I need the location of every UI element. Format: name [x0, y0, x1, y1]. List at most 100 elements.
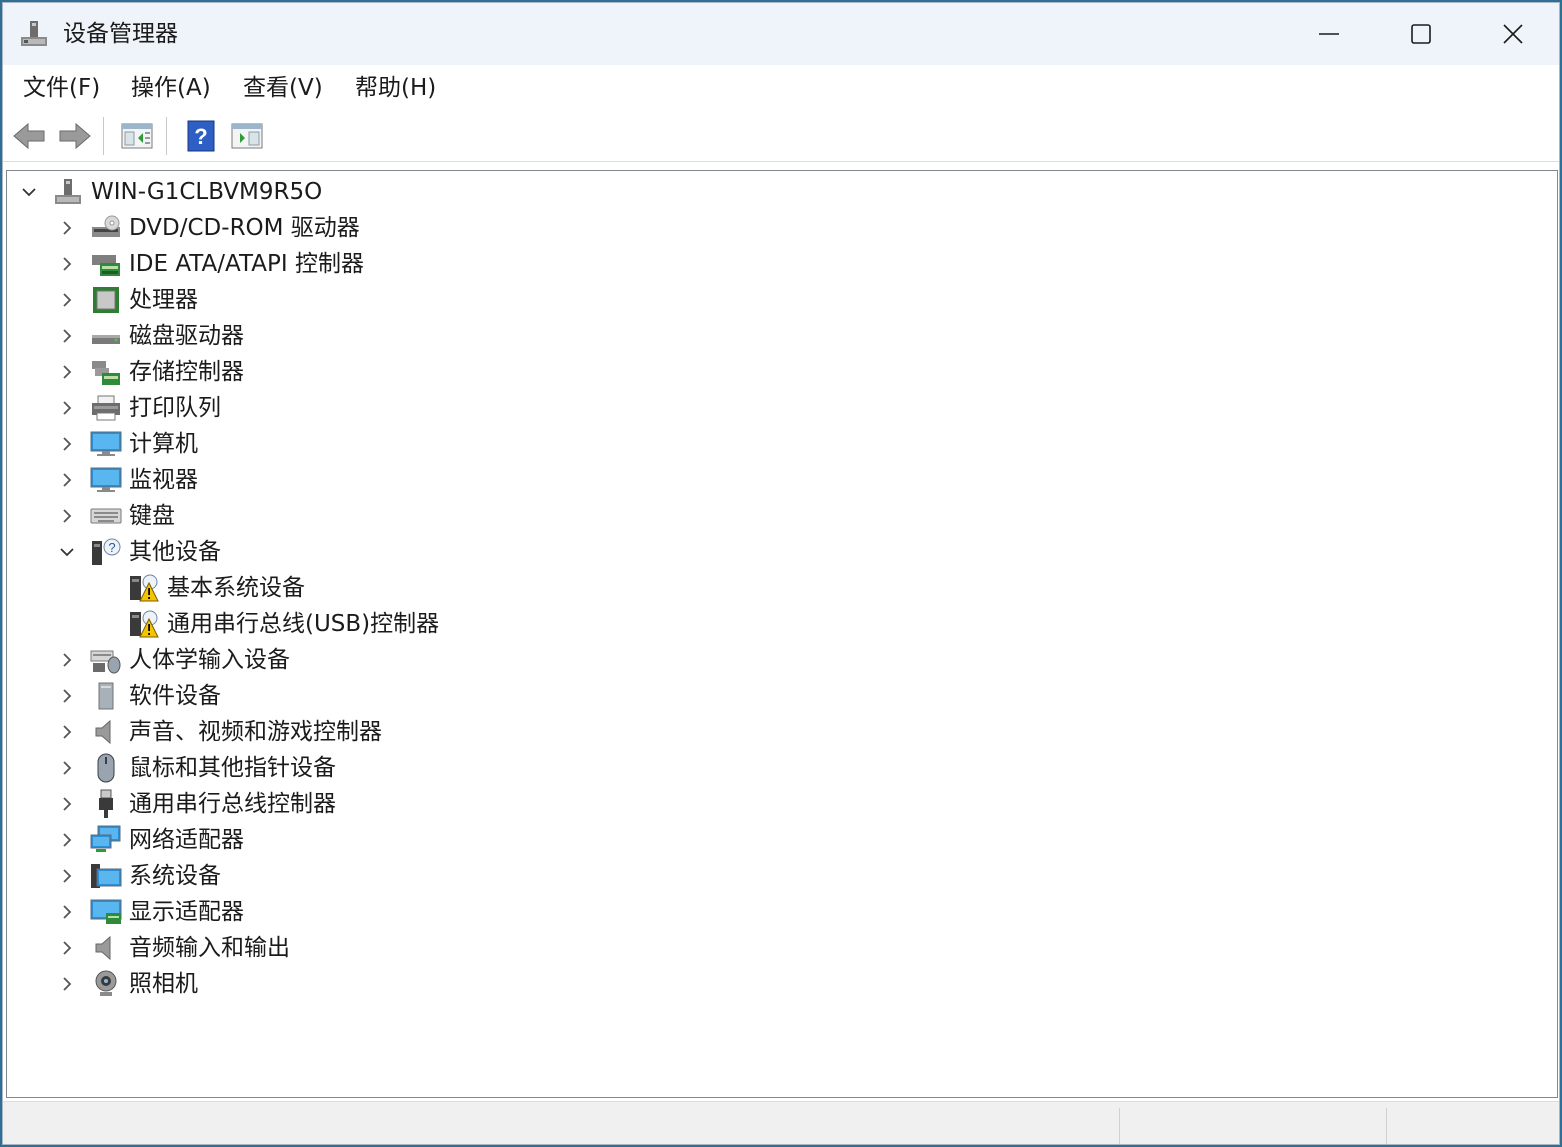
dvd-drive-icon [89, 211, 123, 245]
hid-icon [89, 643, 123, 677]
status-bar [3, 1101, 1559, 1144]
tree-item-label: 软件设备 [129, 683, 221, 709]
warning-device-icon [127, 607, 161, 641]
tree-item-print-queue[interactable]: 打印队列 [57, 390, 221, 426]
window-title: 设备管理器 [63, 21, 178, 47]
menu-view[interactable]: 查看(V) [243, 73, 323, 103]
tree-item-label: 通用串行总线控制器 [129, 791, 336, 817]
other-devices-icon: ? [89, 535, 123, 569]
tree-item-label: 打印队列 [129, 395, 221, 421]
show-hide-action-pane-button[interactable] [229, 119, 265, 153]
camera-icon [89, 967, 123, 1001]
tree-item-label: 网络适配器 [129, 827, 244, 853]
chevron-down-icon[interactable] [19, 182, 39, 202]
menu-action[interactable]: 操作(A) [131, 73, 211, 103]
tree-item-label: 人体学输入设备 [129, 647, 290, 673]
tree-child-basic-system-device[interactable]: 基本系统设备 [95, 570, 305, 606]
close-button[interactable] [1467, 3, 1559, 65]
tree-item-audio-io[interactable]: 音频输入和输出 [57, 930, 290, 966]
show-hide-action-pane-icon [231, 123, 263, 149]
tree-root-label: WIN-G1CLBVM9R5O [91, 179, 323, 205]
show-hide-console-tree-button[interactable] [119, 119, 155, 153]
chevron-right-icon[interactable] [57, 290, 77, 310]
chevron-right-icon[interactable] [57, 902, 77, 922]
tree-item-usb-controllers[interactable]: 通用串行总线控制器 [57, 786, 336, 822]
tree-item-label: 声音、视频和游戏控制器 [129, 719, 382, 745]
device-tree-panel[interactable]: WIN-G1CLBVM9R5O DVD/CD-ROM 驱动器 IDE ATA/A… [6, 170, 1558, 1098]
chevron-right-icon[interactable] [57, 686, 77, 706]
tree-item-label: 通用串行总线(USB)控制器 [167, 611, 440, 637]
tree-item-processor[interactable]: 处理器 [57, 282, 198, 318]
storage-controller-icon [89, 355, 123, 389]
printer-icon [89, 391, 123, 425]
chevron-right-icon[interactable] [57, 830, 77, 850]
tree-item-monitor[interactable]: 监视器 [57, 462, 198, 498]
processor-icon [89, 283, 123, 317]
chevron-right-icon[interactable] [57, 758, 77, 778]
chevron-right-icon[interactable] [57, 650, 77, 670]
tree-item-sound-video-game[interactable]: 声音、视频和游戏控制器 [57, 714, 382, 750]
chevron-right-icon[interactable] [57, 326, 77, 346]
toolbar: ? [3, 111, 1559, 162]
tree-item-software-device[interactable]: 软件设备 [57, 678, 221, 714]
computer-icon [89, 427, 123, 461]
usb-icon [89, 787, 123, 821]
menu-help[interactable]: 帮助(H) [355, 73, 436, 103]
tree-item-disk-drive[interactable]: 磁盘驱动器 [57, 318, 244, 354]
chevron-right-icon[interactable] [57, 506, 77, 526]
forward-arrow-icon [59, 122, 91, 150]
status-bar-separator [1386, 1108, 1387, 1144]
menu-file[interactable]: 文件(F) [23, 73, 100, 103]
chevron-right-icon[interactable] [57, 974, 77, 994]
chevron-down-icon[interactable] [57, 542, 77, 562]
title-bar[interactable]: 设备管理器 [3, 3, 1559, 65]
maximize-button[interactable] [1375, 3, 1467, 65]
tree-root-row[interactable]: WIN-G1CLBVM9R5O [19, 174, 322, 210]
back-arrow-icon [13, 122, 45, 150]
chevron-right-icon[interactable] [57, 218, 77, 238]
tree-item-network-adapter[interactable]: 网络适配器 [57, 822, 244, 858]
network-adapter-icon [89, 823, 123, 857]
keyboard-icon [89, 499, 123, 533]
chevron-right-icon[interactable] [57, 794, 77, 814]
warning-device-icon [127, 571, 161, 605]
maximize-icon [1411, 24, 1431, 44]
chevron-right-icon[interactable] [57, 722, 77, 742]
monitor-icon [89, 463, 123, 497]
computer-tree-icon [51, 175, 85, 209]
chevron-right-icon[interactable] [57, 470, 77, 490]
tree-item-storage-controller[interactable]: 存储控制器 [57, 354, 244, 390]
chevron-right-icon[interactable] [57, 254, 77, 274]
toolbar-separator [103, 117, 104, 155]
display-adapter-icon [89, 895, 123, 929]
tree-item-other-devices[interactable]: ? 其他设备 [57, 534, 221, 570]
help-button[interactable]: ? [183, 119, 219, 153]
tree-item-label: 磁盘驱动器 [129, 323, 244, 349]
chevron-right-icon[interactable] [57, 434, 77, 454]
tree-item-ide[interactable]: IDE ATA/ATAPI 控制器 [57, 246, 364, 282]
tree-item-mouse[interactable]: 鼠标和其他指针设备 [57, 750, 336, 786]
tree-item-keyboard[interactable]: 键盘 [57, 498, 175, 534]
device-manager-window: 设备管理器 文件(F) 操作(A) 查看(V) 帮助(H) ? WIN-G1CL… [2, 2, 1560, 1145]
minimize-button[interactable] [1283, 3, 1375, 65]
back-button[interactable] [11, 119, 47, 153]
chevron-right-icon[interactable] [57, 362, 77, 382]
chevron-right-icon[interactable] [57, 398, 77, 418]
chevron-right-icon[interactable] [57, 866, 77, 886]
tree-child-usb-controller[interactable]: 通用串行总线(USB)控制器 [95, 606, 439, 642]
minimize-icon [1319, 33, 1339, 35]
tree-item-system-devices[interactable]: 系统设备 [57, 858, 221, 894]
tree-item-camera[interactable]: 照相机 [57, 966, 198, 1002]
tree-item-label: 监视器 [129, 467, 198, 493]
chevron-right-icon[interactable] [57, 938, 77, 958]
tree-item-label: IDE ATA/ATAPI 控制器 [129, 251, 364, 277]
tree-item-computer[interactable]: 计算机 [57, 426, 198, 462]
tree-item-dvd[interactable]: DVD/CD-ROM 驱动器 [57, 210, 360, 246]
tree-item-display-adapter[interactable]: 显示适配器 [57, 894, 244, 930]
toolbar-separator [166, 117, 167, 155]
forward-button[interactable] [57, 119, 93, 153]
tree-item-hid[interactable]: 人体学输入设备 [57, 642, 290, 678]
tree-item-label: 鼠标和其他指针设备 [129, 755, 336, 781]
mouse-icon [89, 751, 123, 785]
software-device-icon [89, 679, 123, 713]
